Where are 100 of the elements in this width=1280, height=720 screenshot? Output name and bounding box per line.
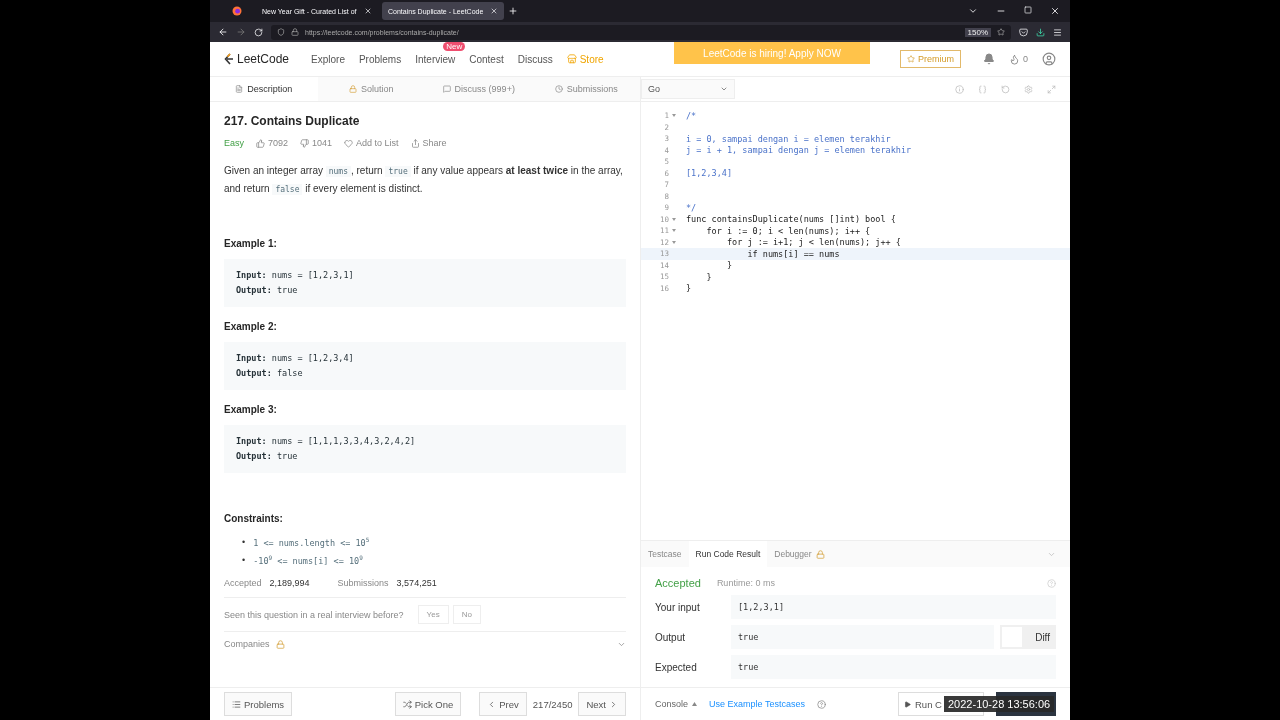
result-value: true: [731, 625, 994, 649]
example-title: Example 2:: [224, 321, 278, 332]
add-to-list-button[interactable]: Add to List: [344, 138, 399, 148]
help-icon[interactable]: [816, 699, 826, 709]
share-button[interactable]: Share: [410, 138, 447, 148]
share-icon: [410, 138, 420, 148]
example-block: Input: nums = [1,2,3,4] Output: false: [224, 342, 626, 390]
back-icon[interactable]: [218, 27, 228, 37]
tab[interactable]: Discuss (999+): [425, 77, 533, 101]
code-line: i = 0, sampai dengan i = elemen terakhir: [686, 133, 891, 144]
like-button[interactable]: 7092: [256, 138, 289, 148]
play-icon: [904, 700, 911, 708]
result-value: true: [731, 655, 1056, 679]
diff-toggle[interactable]: Diff: [1000, 625, 1056, 649]
problem-position: 217/2450: [532, 698, 573, 710]
star-icon: [906, 55, 915, 63]
chevron-right-icon: [609, 699, 618, 709]
tab[interactable]: Description: [210, 77, 318, 101]
lock-icon: [291, 28, 299, 36]
result-value: [1,2,3,1]: [731, 595, 1056, 619]
close-icon[interactable]: [490, 7, 498, 15]
download-icon[interactable]: [1036, 27, 1045, 37]
nav-link[interactable]: Problems: [358, 53, 402, 65]
constraint-item: 1 <= nums.length <= 10$^{5}$: [253, 535, 370, 550]
bell-icon[interactable]: [983, 53, 995, 65]
shuffle-icon: [402, 699, 412, 709]
pick-one-button[interactable]: Pick One: [394, 692, 462, 716]
code-line: /*: [686, 110, 697, 121]
chat-icon: [442, 85, 451, 93]
close-icon[interactable]: [1050, 6, 1060, 16]
zoom-level[interactable]: 150%: [964, 27, 991, 37]
fold-icon[interactable]: [672, 240, 676, 244]
close-icon[interactable]: [364, 7, 372, 15]
caret-icon[interactable]: [692, 702, 698, 706]
list-icon: [232, 699, 241, 709]
constraints-title: Constraints:: [224, 513, 284, 524]
fold-icon[interactable]: [672, 229, 676, 233]
code-line: */: [686, 202, 697, 213]
nav-link[interactable]: Contest: [469, 53, 504, 65]
problem-description: Given an integer array nums , return true if any value appears at least twice in the array, and return false if every element is distinct.: [224, 164, 624, 197]
store-icon: [566, 54, 577, 64]
tab[interactable]: Solution: [317, 77, 425, 101]
nav-link[interactable]: Discuss: [517, 53, 553, 65]
code-line: func containsDuplicate(nums []int) bool {: [686, 214, 896, 225]
lock-icon: [349, 85, 357, 93]
chevron-down-icon: [720, 85, 728, 93]
language-select[interactable]: Go: [641, 79, 735, 99]
lock-icon: [275, 639, 285, 649]
difficulty-label: Easy: [224, 138, 244, 148]
code-line: if nums[i] == nums: [746, 248, 840, 259]
avatar-icon[interactable]: [1042, 52, 1056, 66]
result-label: Expected: [655, 661, 698, 673]
pocket-icon[interactable]: [1019, 27, 1028, 37]
console-tab[interactable]: Debugger: [767, 541, 832, 567]
coins-counter[interactable]: 0: [1009, 53, 1028, 65]
prev-button[interactable]: Prev: [479, 692, 527, 716]
runtime-label: Runtime: 0 ms: [716, 578, 775, 588]
submissions-label: Submissions: [337, 578, 389, 588]
timestamp-overlay: 2022-10-28 13:56:06: [944, 696, 1055, 712]
interview-question: Seen this question in a real interview before?: [224, 609, 404, 620]
nav-link[interactable]: Explore: [311, 53, 345, 65]
code-line: }: [705, 271, 712, 282]
tab-list-icon[interactable]: [968, 6, 978, 16]
clock-icon: [554, 85, 563, 93]
thumbs-down-icon: [300, 138, 310, 148]
star-icon[interactable]: [997, 28, 1005, 36]
bullet: •: [242, 537, 246, 547]
tab[interactable]: Submissions: [532, 77, 640, 101]
example-block: Input: nums = [1,2,3,1] Output: true: [224, 259, 626, 307]
console-tab[interactable]: Run Code Result: [688, 541, 768, 567]
nav-link[interactable]: Interview: [415, 53, 456, 65]
new-badge: New: [443, 41, 466, 51]
shield-icon: [277, 28, 285, 36]
maximize-icon[interactable]: [1024, 6, 1032, 14]
menu-icon[interactable]: [1053, 27, 1062, 37]
document-icon: [235, 85, 244, 93]
problem-title: 217. Contains Duplicate: [224, 114, 361, 128]
result-label: Output: [655, 631, 687, 643]
thumbs-up-icon: [256, 138, 265, 148]
result-label: Your input: [655, 601, 701, 613]
fold-icon[interactable]: [672, 217, 676, 221]
problems-button[interactable]: Problems: [224, 692, 293, 716]
leetcode-logo[interactable]: LeetCode: [224, 52, 290, 66]
example-block: Input: nums = [1,1,1,3,3,4,3,2,4,2] Output: true: [224, 425, 626, 473]
reload-icon[interactable]: [254, 27, 263, 37]
code-line: for j := i+1; j < len(nums); j++ {: [725, 237, 901, 248]
console-tab[interactable]: Testcase: [641, 541, 689, 567]
console-button[interactable]: Console: [655, 699, 689, 709]
new-tab-icon[interactable]: [508, 6, 518, 16]
code-line: for i := 0; i < len(nums); i++ {: [705, 225, 871, 236]
browser-logo-icon: [232, 6, 242, 16]
dislike-button[interactable]: 1041: [300, 138, 333, 148]
companies-label[interactable]: Companies: [224, 639, 270, 649]
forward-icon[interactable]: [236, 27, 246, 37]
accepted-label: Accepted: [224, 578, 262, 588]
flame-icon: [1009, 53, 1020, 65]
result-status: Accepted: [655, 577, 701, 589]
code-line: [1,2,3,4]: [686, 168, 733, 179]
next-button[interactable]: Next: [578, 692, 626, 716]
fold-icon[interactable]: [672, 114, 676, 118]
